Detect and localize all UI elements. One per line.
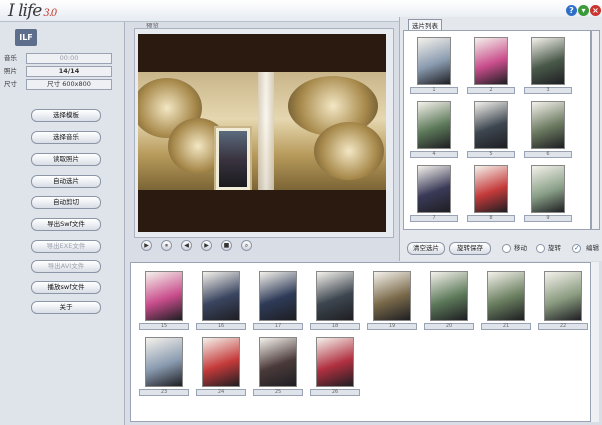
app-logo: I life 3.0	[8, 1, 57, 21]
side-button-3[interactable]: 读取照片	[31, 153, 101, 166]
pool-thumb-image	[316, 271, 354, 321]
play-icon[interactable]: ▶	[141, 240, 152, 251]
selected-thumb-image	[474, 101, 508, 149]
help-icon[interactable]: ?	[566, 5, 577, 16]
pool-thumb-caption: 21	[481, 323, 531, 330]
selected-thumb-caption: 9	[524, 215, 572, 222]
selected-grid-scrollbar[interactable]	[591, 30, 600, 230]
pool-thumb-image	[487, 271, 525, 321]
size-row: 尺寸 尺寸 600x800	[4, 79, 114, 90]
pool-thumb-image	[259, 271, 297, 321]
pool-thumb-caption: 18	[310, 323, 360, 330]
pool-thumb-caption: 23	[139, 389, 189, 396]
edit-label: 编辑	[586, 244, 599, 252]
preview-stage[interactable]	[138, 34, 386, 232]
pause-icon[interactable]: ⏸	[161, 240, 172, 251]
photo-pool-scrollbar[interactable]	[590, 262, 599, 422]
pool-thumb-image	[145, 271, 183, 321]
pool-thumb-caption: 26	[310, 389, 360, 396]
selected-thumb-caption: 6	[524, 151, 572, 158]
music-label: 音乐	[4, 54, 17, 62]
pool-thumb-image	[259, 337, 297, 387]
photo-inset[interactable]	[214, 126, 252, 192]
side-button-2[interactable]: 选择音乐	[31, 131, 101, 144]
pool-thumb-image	[202, 337, 240, 387]
stage-bottom-band	[138, 190, 386, 232]
pool-thumb-image	[430, 271, 468, 321]
photos-label: 照片	[4, 67, 17, 75]
minimize-icon[interactable]: ▾	[578, 5, 589, 16]
pool-thumb-caption: 16	[196, 323, 246, 330]
stage-top-band	[138, 34, 386, 72]
photos-row: 照片 14/14	[4, 66, 114, 77]
selected-thumb-image	[417, 101, 451, 149]
side-button-6[interactable]: 导出Swf文件	[31, 218, 101, 231]
pool-thumb-image	[544, 271, 582, 321]
selected-thumb-image	[417, 37, 451, 85]
selected-thumb-caption: 8	[467, 215, 515, 222]
pool-thumb-image	[145, 337, 183, 387]
photo-pool-panel: 15 16 17 18 19 20 21 22 23 24 25 26	[130, 262, 598, 422]
pool-thumb-image	[373, 271, 411, 321]
move-label: 移动	[514, 244, 527, 252]
clear-selection-button[interactable]: 清空选片	[407, 242, 445, 255]
stop-icon[interactable]: ■	[221, 240, 232, 251]
side-button-7[interactable]: 导出EXE文件	[31, 240, 101, 253]
app-version: 3.0	[43, 8, 57, 19]
app-logo-text: I life	[8, 1, 42, 21]
selected-thumb-image	[417, 165, 451, 213]
side-button-8[interactable]: 导出AVI文件	[31, 260, 101, 273]
pool-thumb-caption: 22	[538, 323, 588, 330]
selected-thumb-image	[531, 101, 565, 149]
selected-thumb-caption: 1	[410, 87, 458, 94]
rotate-label: 旋转	[548, 244, 561, 252]
pool-thumb-caption: 19	[367, 323, 417, 330]
selected-thumb-image	[474, 37, 508, 85]
music-duration: 00:00	[26, 53, 112, 64]
app-icon: ILF	[15, 29, 37, 46]
selected-thumb-image	[474, 165, 508, 213]
move-radio[interactable]	[502, 244, 511, 253]
side-button-4[interactable]: 自动选片	[31, 175, 101, 188]
edit-radio[interactable]: ✓	[572, 244, 581, 253]
zoom-icon[interactable]: ⌕	[241, 240, 252, 251]
next-icon[interactable]: ▶	[201, 240, 212, 251]
selected-thumb-image	[531, 165, 565, 213]
selected-thumb-caption: 7	[410, 215, 458, 222]
pool-thumb-image	[202, 271, 240, 321]
selected-thumb-image	[531, 37, 565, 85]
waterfall	[258, 72, 274, 190]
left-panel: ILF 音乐 00:00 照片 14/14 尺寸 尺寸 600x800 选择模板…	[0, 22, 125, 425]
pool-thumb-caption: 17	[253, 323, 303, 330]
selected-thumb-caption: 4	[410, 151, 458, 158]
scenery-background	[138, 72, 386, 192]
size-label: 尺寸	[4, 80, 17, 88]
tree-right-low	[314, 122, 384, 180]
selected-photo-grid: 1 2 3 4 5 6 7 8 9	[403, 30, 591, 230]
selected-thumb-caption: 3	[524, 87, 572, 94]
pool-thumb-caption: 20	[424, 323, 474, 330]
side-button-1[interactable]: 选择模板	[31, 109, 101, 122]
music-row: 音乐 00:00	[4, 53, 114, 64]
selected-thumb-caption: 2	[467, 87, 515, 94]
close-icon[interactable]: ×	[590, 5, 601, 16]
rotate-radio[interactable]	[536, 244, 545, 253]
size-value: 尺寸 600x800	[26, 79, 112, 90]
side-button-5[interactable]: 自动剪切	[31, 196, 101, 209]
photos-count: 14/14	[26, 66, 112, 77]
pool-thumb-caption: 25	[253, 389, 303, 396]
pool-thumb-caption: 24	[196, 389, 246, 396]
rotate-save-button[interactable]: 旋转保存	[449, 242, 491, 255]
prev-icon[interactable]: ◀	[181, 240, 192, 251]
side-button-10[interactable]: 关于	[31, 301, 101, 314]
side-button-9[interactable]: 播放swf文件	[31, 281, 101, 294]
pool-thumb-caption: 15	[139, 323, 189, 330]
pool-thumb-image	[316, 337, 354, 387]
selected-thumb-caption: 5	[467, 151, 515, 158]
